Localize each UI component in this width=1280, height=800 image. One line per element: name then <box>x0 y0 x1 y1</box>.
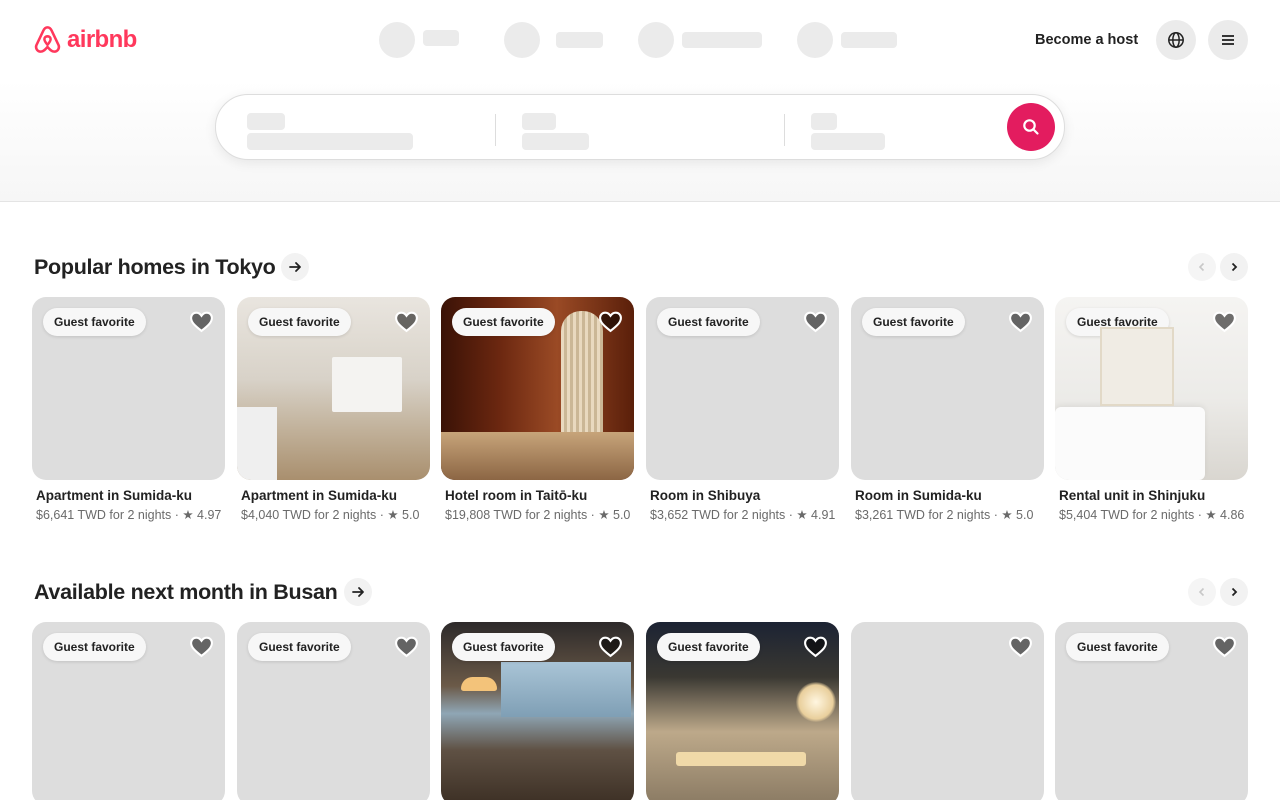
section-title-tokyo[interactable]: Popular homes in Tokyo <box>34 253 310 281</box>
search-button[interactable] <box>1007 103 1055 151</box>
become-host-link[interactable]: Become a host <box>1024 24 1149 56</box>
hamburger-menu-icon <box>1222 35 1234 45</box>
nav-skeleton-2 <box>504 22 603 58</box>
header: airbnb Become a host <box>0 0 1280 202</box>
chevron-left-icon <box>1198 262 1205 272</box>
heart-icon[interactable] <box>394 634 419 659</box>
nav-skeleton-4 <box>797 22 897 58</box>
heart-icon[interactable] <box>1212 309 1237 334</box>
guest-favorite-badge: Guest favorite <box>657 633 760 661</box>
guest-favorite-badge: Guest favorite <box>43 308 146 336</box>
heart-icon[interactable] <box>394 309 419 334</box>
main-menu-button[interactable] <box>1208 20 1248 60</box>
guest-favorite-badge: Guest favorite <box>248 308 351 336</box>
section-heading: Available next month in Busan <box>34 579 338 604</box>
listing-price-rating: $19,808 TWD for 2 nights · ★ 5.0 <box>445 508 631 522</box>
language-button[interactable] <box>1156 20 1196 60</box>
listing-title: Hotel room in Taitō-ku <box>445 488 588 503</box>
search-field-when[interactable] <box>522 113 589 150</box>
listing-photo[interactable]: Guest favorite <box>1055 297 1248 480</box>
nav-skeleton-3 <box>638 22 762 58</box>
search-icon <box>1023 119 1039 135</box>
listing-price-rating: $3,261 TWD for 2 nights · ★ 5.0 <box>855 508 1034 522</box>
listing-photo[interactable]: Guest favorite <box>237 622 430 800</box>
listing-card[interactable]: Guest favorite <box>1055 622 1248 800</box>
guest-favorite-badge: Guest favorite <box>452 633 555 661</box>
listing-photo[interactable]: Guest favorite <box>851 297 1044 480</box>
listing-card[interactable] <box>851 622 1044 800</box>
airbnb-logo-icon <box>34 26 61 53</box>
heart-icon[interactable] <box>1008 634 1033 659</box>
chevron-right-icon <box>1231 587 1238 597</box>
heart-icon[interactable] <box>1212 634 1237 659</box>
guest-favorite-badge: Guest favorite <box>1066 633 1169 661</box>
listing-photo[interactable]: Guest favorite <box>646 297 839 480</box>
section-heading: Popular homes in Tokyo <box>34 254 276 279</box>
listing-card[interactable]: Guest favorite <box>646 622 839 800</box>
search-bar[interactable] <box>215 94 1065 160</box>
carousel-prev-button[interactable] <box>1188 578 1216 606</box>
heart-icon[interactable] <box>598 634 623 659</box>
guest-favorite-badge: Guest favorite <box>1066 308 1169 336</box>
listing-photo[interactable]: Guest favorite <box>441 297 634 480</box>
heart-icon[interactable] <box>189 634 214 659</box>
listing-card[interactable]: Guest favorite Rental unit in Shinjuku $… <box>1055 297 1248 522</box>
section-title-busan[interactable]: Available next month in Busan <box>34 578 372 606</box>
listing-title: Room in Sumida-ku <box>855 488 982 503</box>
guest-favorite-badge: Guest favorite <box>248 633 351 661</box>
listing-price-rating: $5,404 TWD for 2 nights · ★ 4.86 <box>1059 508 1245 522</box>
listing-title: Apartment in Sumida-ku <box>36 488 193 503</box>
search-field-who[interactable] <box>811 113 885 150</box>
airbnb-logo[interactable]: airbnb <box>32 24 137 56</box>
listing-photo[interactable]: Guest favorite <box>1055 622 1248 800</box>
carousel-prev-button[interactable] <box>1188 253 1216 281</box>
listing-card[interactable]: Guest favorite <box>237 622 430 800</box>
listing-card[interactable]: Guest favorite <box>441 622 634 800</box>
heart-icon[interactable] <box>1008 309 1033 334</box>
listing-photo[interactable] <box>851 622 1044 800</box>
guest-favorite-badge: Guest favorite <box>43 633 146 661</box>
listing-photo[interactable]: Guest favorite <box>237 297 430 480</box>
listing-title: Room in Shibuya <box>650 488 761 503</box>
listing-photo[interactable]: Guest favorite <box>646 622 839 800</box>
brand-name: airbnb <box>67 26 137 53</box>
listing-price-rating: $6,641 TWD for 2 nights · ★ 4.97 <box>36 508 222 522</box>
listing-photo[interactable]: Guest favorite <box>441 622 634 800</box>
listing-title: Rental unit in Shinjuku <box>1059 488 1206 503</box>
chevron-right-icon <box>1231 262 1238 272</box>
carousel-next-button[interactable] <box>1220 253 1248 281</box>
guest-favorite-badge: Guest favorite <box>862 308 965 336</box>
heart-icon[interactable] <box>598 309 623 334</box>
section-arrow-button[interactable] <box>281 253 310 281</box>
guest-favorite-badge: Guest favorite <box>657 308 760 336</box>
listing-card[interactable]: Guest favorite Room in Sumida-ku $3,261 … <box>851 297 1044 522</box>
heart-icon[interactable] <box>189 309 214 334</box>
listing-card[interactable]: Guest favorite <box>32 622 225 800</box>
arrow-right-icon <box>351 587 364 597</box>
listing-card[interactable]: Guest favorite Apartment in Sumida-ku $6… <box>32 297 225 522</box>
heart-icon[interactable] <box>803 634 828 659</box>
listing-photo[interactable]: Guest favorite <box>32 297 225 480</box>
listing-card[interactable]: Guest favorite Room in Shibuya $3,652 TW… <box>646 297 839 522</box>
search-divider <box>784 114 785 146</box>
listing-card[interactable]: Guest favorite Apartment in Sumida-ku $4… <box>237 297 430 522</box>
search-divider <box>495 114 496 146</box>
nav-skeleton-1 <box>379 22 459 58</box>
heart-icon[interactable] <box>803 309 828 334</box>
search-field-where[interactable] <box>247 113 413 150</box>
listing-price-rating: $3,652 TWD for 2 nights · ★ 4.91 <box>650 508 836 522</box>
carousel-next-button[interactable] <box>1220 578 1248 606</box>
listing-photo[interactable]: Guest favorite <box>32 622 225 800</box>
listing-price-rating: $4,040 TWD for 2 nights · ★ 5.0 <box>241 508 420 522</box>
arrow-right-icon <box>289 262 302 272</box>
listing-title: Apartment in Sumida-ku <box>241 488 398 503</box>
section-arrow-button[interactable] <box>343 578 372 606</box>
listing-card[interactable]: Guest favorite Hotel room in Taitō-ku $1… <box>441 297 634 522</box>
globe-icon <box>1168 32 1184 48</box>
guest-favorite-badge: Guest favorite <box>452 308 555 336</box>
chevron-left-icon <box>1198 587 1205 597</box>
